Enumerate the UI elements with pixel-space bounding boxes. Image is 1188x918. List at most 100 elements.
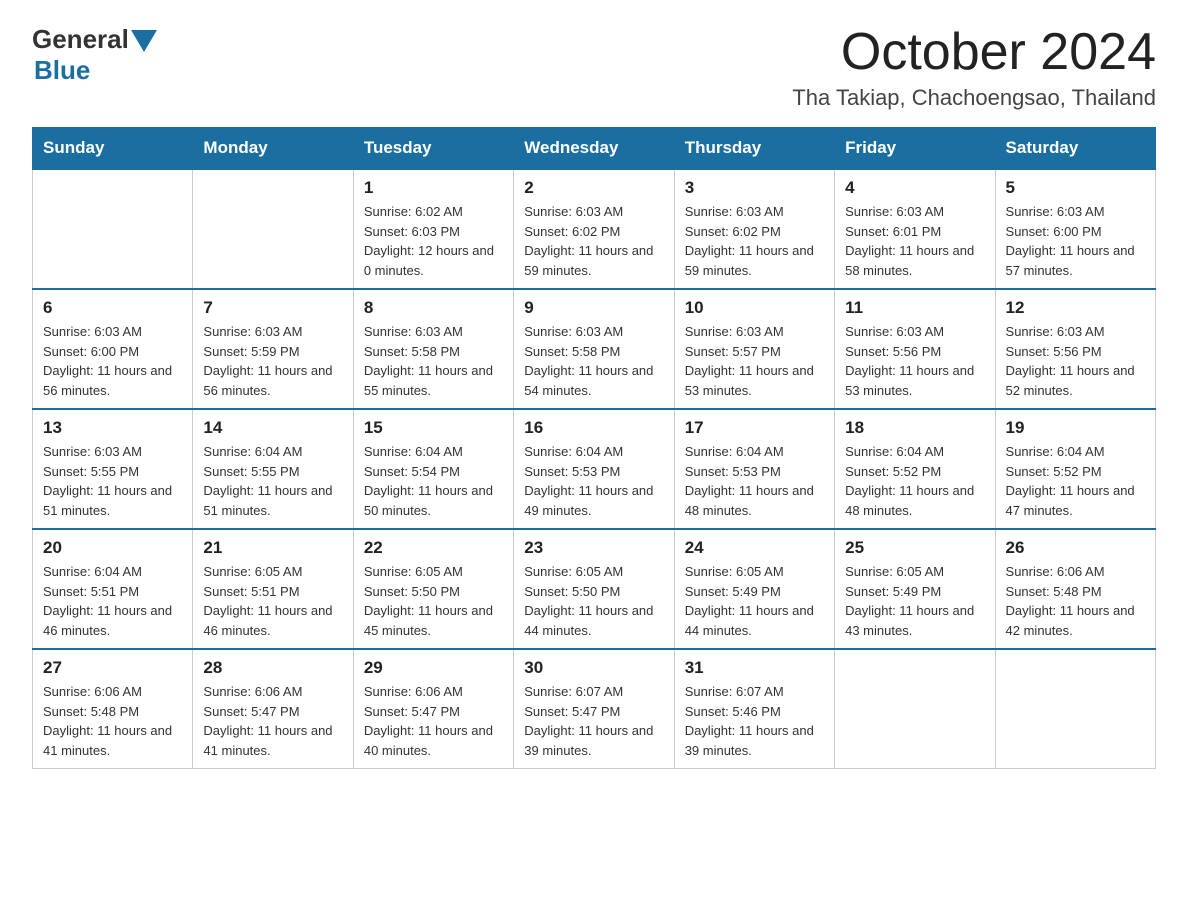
cell-day-number: 16 xyxy=(524,418,663,438)
cell-info: Sunrise: 6:03 AMSunset: 5:56 PMDaylight:… xyxy=(1006,322,1145,400)
header-tuesday: Tuesday xyxy=(353,128,513,170)
calendar-cell: 26 Sunrise: 6:06 AMSunset: 5:48 PMDayligh… xyxy=(995,529,1155,649)
calendar-cell xyxy=(33,169,193,289)
calendar-cell: 20Sunrise: 6:04 AMSunset: 5:51 PMDayligh… xyxy=(33,529,193,649)
cell-day-number: 6 xyxy=(43,298,182,318)
calendar-cell: 4 Sunrise: 6:03 AMSunset: 6:01 PMDaylight… xyxy=(835,169,995,289)
cell-info: Sunrise: 6:06 AMSunset: 5:47 PMDaylight:… xyxy=(364,682,503,760)
cell-info: Sunrise: 6:03 AMSunset: 5:56 PMDaylight:… xyxy=(845,322,984,400)
cell-day-number: 31 xyxy=(685,658,824,678)
cell-info: Sunrise: 6:05 AMSunset: 5:49 PMDaylight:… xyxy=(685,562,824,640)
cell-info: Sunrise: 6:02 AMSunset: 6:03 PMDaylight:… xyxy=(364,202,503,280)
cell-day-number: 15 xyxy=(364,418,503,438)
calendar-cell: 22Sunrise: 6:05 AMSunset: 5:50 PMDayligh… xyxy=(353,529,513,649)
cell-info: Sunrise: 6:05 AMSunset: 5:49 PMDaylight:… xyxy=(845,562,984,640)
cell-day-number: 5 xyxy=(1006,178,1145,198)
cell-info: Sunrise: 6:03 AMSunset: 5:59 PMDaylight:… xyxy=(203,322,342,400)
calendar-cell: 8 Sunrise: 6:03 AMSunset: 5:58 PMDaylight… xyxy=(353,289,513,409)
cell-day-number: 24 xyxy=(685,538,824,558)
cell-day-number: 29 xyxy=(364,658,503,678)
calendar-cell: 17 Sunrise: 6:04 AMSunset: 5:53 PMDayligh… xyxy=(674,409,834,529)
calendar-cell xyxy=(193,169,353,289)
calendar-cell: 12 Sunrise: 6:03 AMSunset: 5:56 PMDayligh… xyxy=(995,289,1155,409)
week-row-4: 20Sunrise: 6:04 AMSunset: 5:51 PMDayligh… xyxy=(33,529,1156,649)
header: General Blue October 2024 Tha Takiap, Ch… xyxy=(32,24,1156,111)
calendar-cell: 3Sunrise: 6:03 AMSunset: 6:02 PMDaylight… xyxy=(674,169,834,289)
header-row: SundayMondayTuesdayWednesdayThursdayFrid… xyxy=(33,128,1156,170)
cell-info: Sunrise: 6:03 AMSunset: 5:58 PMDaylight:… xyxy=(524,322,663,400)
calendar-cell: 28Sunrise: 6:06 AMSunset: 5:47 PMDayligh… xyxy=(193,649,353,769)
calendar-cell: 15 Sunrise: 6:04 AMSunset: 5:54 PMDayligh… xyxy=(353,409,513,529)
cell-info: Sunrise: 6:07 AMSunset: 5:46 PMDaylight:… xyxy=(685,682,824,760)
calendar-cell: 14 Sunrise: 6:04 AMSunset: 5:55 PMDayligh… xyxy=(193,409,353,529)
location-title: Tha Takiap, Chachoengsao, Thailand xyxy=(792,85,1156,111)
cell-info: Sunrise: 6:04 AMSunset: 5:52 PMDaylight:… xyxy=(1006,442,1145,520)
calendar-cell: 7Sunrise: 6:03 AMSunset: 5:59 PMDaylight… xyxy=(193,289,353,409)
calendar-cell: 6Sunrise: 6:03 AMSunset: 6:00 PMDaylight… xyxy=(33,289,193,409)
cell-info: Sunrise: 6:06 AMSunset: 5:47 PMDaylight:… xyxy=(203,682,342,760)
cell-day-number: 4 xyxy=(845,178,984,198)
calendar-cell: 11 Sunrise: 6:03 AMSunset: 5:56 PMDayligh… xyxy=(835,289,995,409)
cell-info: Sunrise: 6:04 AMSunset: 5:53 PMDaylight:… xyxy=(685,442,824,520)
cell-day-number: 12 xyxy=(1006,298,1145,318)
cell-day-number: 17 xyxy=(685,418,824,438)
header-monday: Monday xyxy=(193,128,353,170)
week-row-5: 27 Sunrise: 6:06 AMSunset: 5:48 PMDayligh… xyxy=(33,649,1156,769)
cell-day-number: 21 xyxy=(203,538,342,558)
cell-info: Sunrise: 6:03 AMSunset: 5:55 PMDaylight:… xyxy=(43,442,182,520)
cell-day-number: 9 xyxy=(524,298,663,318)
cell-day-number: 18 xyxy=(845,418,984,438)
cell-day-number: 27 xyxy=(43,658,182,678)
cell-info: Sunrise: 6:04 AMSunset: 5:55 PMDaylight:… xyxy=(203,442,342,520)
cell-info: Sunrise: 6:04 AMSunset: 5:53 PMDaylight:… xyxy=(524,442,663,520)
cell-day-number: 2 xyxy=(524,178,663,198)
header-wednesday: Wednesday xyxy=(514,128,674,170)
header-sunday: Sunday xyxy=(33,128,193,170)
calendar-cell: 19 Sunrise: 6:04 AMSunset: 5:52 PMDayligh… xyxy=(995,409,1155,529)
cell-info: Sunrise: 6:05 AMSunset: 5:50 PMDaylight:… xyxy=(364,562,503,640)
calendar-cell xyxy=(835,649,995,769)
cell-info: Sunrise: 6:05 AMSunset: 5:51 PMDaylight:… xyxy=(203,562,342,640)
cell-day-number: 10 xyxy=(685,298,824,318)
title-area: October 2024 Tha Takiap, Chachoengsao, T… xyxy=(792,24,1156,111)
cell-day-number: 20 xyxy=(43,538,182,558)
cell-info: Sunrise: 6:03 AMSunset: 6:00 PMDaylight:… xyxy=(1006,202,1145,280)
cell-info: Sunrise: 6:05 AMSunset: 5:50 PMDaylight:… xyxy=(524,562,663,640)
cell-day-number: 26 xyxy=(1006,538,1145,558)
cell-info: Sunrise: 6:04 AMSunset: 5:52 PMDaylight:… xyxy=(845,442,984,520)
calendar-cell: 30Sunrise: 6:07 AMSunset: 5:47 PMDayligh… xyxy=(514,649,674,769)
calendar-cell: 23 Sunrise: 6:05 AMSunset: 5:50 PMDayligh… xyxy=(514,529,674,649)
cell-day-number: 19 xyxy=(1006,418,1145,438)
calendar-cell: 31 Sunrise: 6:07 AMSunset: 5:46 PMDayligh… xyxy=(674,649,834,769)
cell-info: Sunrise: 6:03 AMSunset: 6:02 PMDaylight:… xyxy=(524,202,663,280)
cell-day-number: 14 xyxy=(203,418,342,438)
calendar-cell: 18 Sunrise: 6:04 AMSunset: 5:52 PMDayligh… xyxy=(835,409,995,529)
cell-info: Sunrise: 6:06 AMSunset: 5:48 PMDaylight:… xyxy=(43,682,182,760)
cell-info: Sunrise: 6:06 AMSunset: 5:48 PMDaylight:… xyxy=(1006,562,1145,640)
calendar-cell: 13Sunrise: 6:03 AMSunset: 5:55 PMDayligh… xyxy=(33,409,193,529)
cell-day-number: 1 xyxy=(364,178,503,198)
logo-general-text: General xyxy=(32,24,129,55)
header-friday: Friday xyxy=(835,128,995,170)
cell-info: Sunrise: 6:03 AMSunset: 5:58 PMDaylight:… xyxy=(364,322,503,400)
calendar-cell: 9 Sunrise: 6:03 AMSunset: 5:58 PMDaylight… xyxy=(514,289,674,409)
calendar-cell: 25 Sunrise: 6:05 AMSunset: 5:49 PMDayligh… xyxy=(835,529,995,649)
cell-info: Sunrise: 6:03 AMSunset: 6:01 PMDaylight:… xyxy=(845,202,984,280)
cell-day-number: 25 xyxy=(845,538,984,558)
cell-info: Sunrise: 6:07 AMSunset: 5:47 PMDaylight:… xyxy=(524,682,663,760)
calendar-cell xyxy=(995,649,1155,769)
logo-triangle-icon xyxy=(131,30,157,52)
week-row-3: 13Sunrise: 6:03 AMSunset: 5:55 PMDayligh… xyxy=(33,409,1156,529)
calendar-table: SundayMondayTuesdayWednesdayThursdayFrid… xyxy=(32,127,1156,769)
calendar-cell: 21 Sunrise: 6:05 AMSunset: 5:51 PMDayligh… xyxy=(193,529,353,649)
week-row-1: 1 Sunrise: 6:02 AMSunset: 6:03 PMDaylight… xyxy=(33,169,1156,289)
calendar-cell: 10Sunrise: 6:03 AMSunset: 5:57 PMDayligh… xyxy=(674,289,834,409)
logo: General Blue xyxy=(32,24,157,86)
calendar-cell: 2 Sunrise: 6:03 AMSunset: 6:02 PMDaylight… xyxy=(514,169,674,289)
cell-info: Sunrise: 6:04 AMSunset: 5:54 PMDaylight:… xyxy=(364,442,503,520)
cell-day-number: 11 xyxy=(845,298,984,318)
calendar-cell: 5 Sunrise: 6:03 AMSunset: 6:00 PMDaylight… xyxy=(995,169,1155,289)
cell-day-number: 23 xyxy=(524,538,663,558)
cell-day-number: 8 xyxy=(364,298,503,318)
month-title: October 2024 xyxy=(792,24,1156,81)
